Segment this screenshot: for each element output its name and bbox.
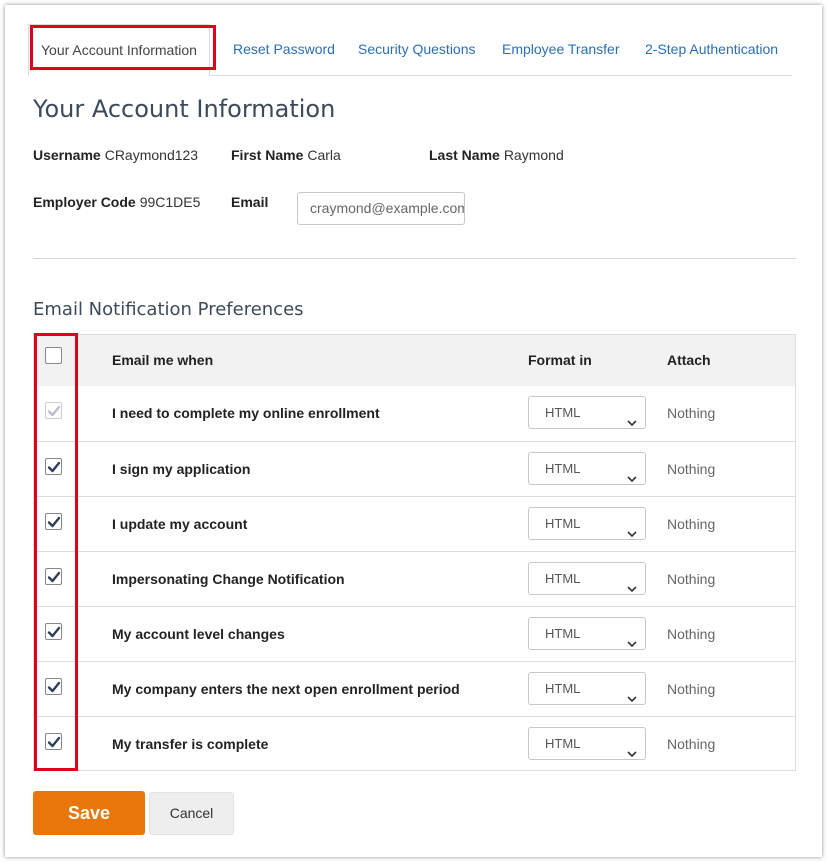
select-all-checkbox[interactable] (45, 347, 62, 364)
last-name-field: Last Name Raymond (429, 147, 564, 163)
header-attach: Attach (667, 352, 711, 368)
first-name-label: First Name (231, 147, 304, 163)
row-checkbox[interactable] (45, 678, 62, 695)
format-select[interactable]: HTML (528, 396, 646, 429)
checkmark-icon (47, 736, 60, 747)
email-field[interactable]: craymond@example.com (297, 192, 465, 225)
checkmark-icon (47, 516, 60, 527)
chevron-down-icon (627, 464, 637, 483)
last-name-value: Raymond (503, 147, 564, 163)
attach-value: Nothing (667, 626, 716, 642)
table-row: I sign my application HTML Nothing (34, 441, 795, 496)
chevron-down-icon (627, 629, 637, 648)
checkmark-icon (47, 571, 60, 582)
attach-value: Nothing (667, 516, 716, 532)
row-checkbox[interactable] (45, 568, 62, 585)
header-format-in: Format in (528, 352, 592, 368)
username-label: Username (33, 147, 101, 163)
first-name-value: Carla (307, 147, 341, 163)
row-label: Impersonating Change Notification (112, 571, 345, 587)
header-email-me-when: Email me when (112, 352, 214, 368)
row-label: My account level changes (112, 626, 285, 642)
employer-code-field: Employer Code 99C1DE5 (33, 194, 200, 210)
section-divider (33, 258, 796, 259)
format-select-value: HTML (545, 681, 581, 696)
format-select-value: HTML (545, 461, 581, 476)
format-select[interactable]: HTML (528, 507, 646, 540)
save-button[interactable]: Save (33, 791, 145, 835)
tab-employee-transfer[interactable]: Employee Transfer (502, 24, 620, 76)
table-row: I update my account HTML Nothing (34, 496, 795, 551)
row-checkbox[interactable] (45, 513, 62, 530)
row-checkbox[interactable] (45, 733, 62, 750)
employer-code-label: Employer Code (33, 194, 136, 210)
row-label: My company enters the next open enrollme… (112, 681, 460, 697)
format-select[interactable]: HTML (528, 452, 646, 485)
chevron-down-icon (627, 684, 637, 703)
format-select[interactable]: HTML (528, 617, 646, 650)
chevron-down-icon (627, 519, 637, 538)
table-row: Impersonating Change Notification HTML Not… (34, 551, 795, 606)
attach-value: Nothing (667, 736, 716, 752)
format-select-value: HTML (545, 516, 581, 531)
cancel-button[interactable]: Cancel (149, 792, 234, 835)
format-select[interactable]: HTML (528, 727, 646, 760)
checkmark-icon (47, 461, 60, 472)
attach-value: Nothing (667, 681, 716, 697)
attach-value: Nothing (667, 461, 716, 477)
attach-value: Nothing (667, 571, 716, 587)
row-label: I update my account (112, 516, 248, 532)
table-row: I need to complete my online enrollment H… (34, 386, 795, 441)
format-select[interactable]: HTML (528, 672, 646, 705)
row-checkbox (45, 402, 62, 419)
first-name-field: First Name Carla (231, 147, 341, 163)
checkmark-icon (47, 405, 60, 416)
section-title: Email Notification Preferences (33, 299, 304, 320)
table-row: My company enters the next open enrollme… (34, 661, 795, 716)
email-label: Email (231, 194, 269, 210)
chevron-down-icon (627, 408, 637, 427)
row-checkbox[interactable] (45, 623, 62, 640)
notification-preferences-table: Email me when Format in Attach I need to… (33, 334, 796, 771)
email-label-wrap: Email (231, 194, 272, 210)
checkmark-icon (47, 626, 60, 637)
last-name-label: Last Name (429, 147, 500, 163)
format-select-value: HTML (545, 405, 581, 420)
format-select-value: HTML (545, 571, 581, 586)
tab-your-account-information[interactable]: Your Account Information (28, 24, 210, 77)
username-field: Username CRaymond123 (33, 147, 198, 163)
employer-code-value: 99C1DE5 (139, 194, 201, 210)
tab-2-step-authentication[interactable]: 2-Step Authentication (645, 24, 778, 76)
table-row: My account level changes HTML Nothing (34, 606, 795, 661)
row-label: I sign my application (112, 461, 251, 477)
chevron-down-icon (627, 574, 637, 593)
table-header: Email me when Format in Attach (34, 335, 795, 386)
row-label: I need to complete my online enrollment (112, 405, 380, 421)
format-select-value: HTML (545, 626, 581, 641)
chevron-down-icon (627, 739, 637, 758)
row-label: My transfer is complete (112, 736, 269, 752)
row-checkbox[interactable] (45, 458, 62, 475)
username-value: CRaymond123 (104, 147, 199, 163)
page-title: Your Account Information (33, 95, 336, 123)
format-select-value: HTML (545, 736, 581, 751)
checkmark-icon (47, 681, 60, 692)
tab-security-questions[interactable]: Security Questions (358, 24, 476, 76)
format-select[interactable]: HTML (528, 562, 646, 595)
attach-value: Nothing (667, 405, 716, 421)
tab-reset-password[interactable]: Reset Password (233, 24, 335, 76)
table-row: My transfer is complete HTML Nothing (34, 716, 795, 771)
tab-bar: Your Account Information Reset Password … (28, 24, 792, 77)
